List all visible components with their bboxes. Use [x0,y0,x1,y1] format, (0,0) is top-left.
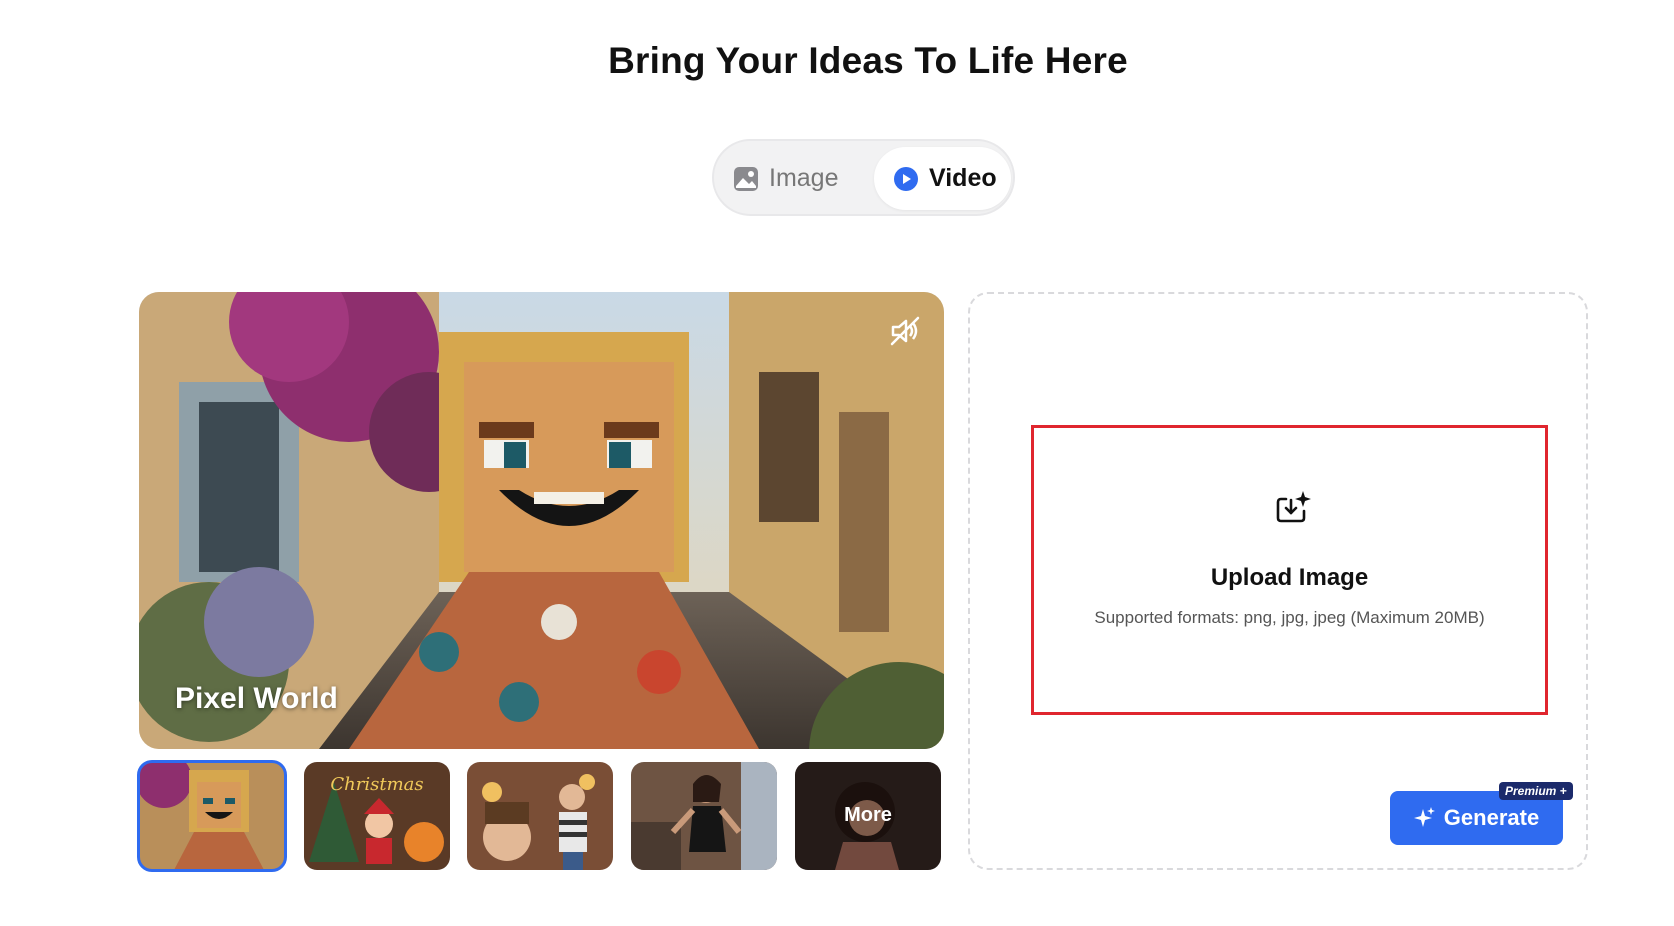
mute-icon[interactable] [888,314,922,348]
tab-video[interactable]: Video [874,147,1011,210]
thumbnail-pixel-world[interactable] [137,760,287,872]
mode-toggle: Image Video [712,139,1015,216]
thumbnail-dance[interactable] [631,762,777,870]
upload-icon [1274,488,1312,526]
preview-caption: Pixel World [175,682,338,715]
upload-formats-text: Supported formats: png, jpg, jpeg (Maxim… [1094,608,1485,627]
thumbnail-image [139,762,285,870]
thumbnail-more[interactable]: More [795,762,941,870]
video-preview[interactable]: Pixel World [139,292,944,749]
image-icon [732,165,760,193]
thumbnail-image [631,762,777,870]
tab-image-label: Image [769,164,839,192]
premium-badge: Premium + [1499,782,1573,800]
more-label: More [844,804,892,826]
tab-image[interactable]: Image [732,147,892,210]
thumbnail-image [467,762,613,870]
play-icon [892,165,920,193]
thumbnail-christmas[interactable]: Christmas [304,762,450,870]
tab-video-label: Video [929,164,997,192]
upload-title: Upload Image [1210,564,1369,591]
preview-image [139,292,944,749]
upload-dropzone[interactable]: Upload Image Supported formats: png, jpg… [1031,425,1548,715]
generate-label: Generate [1443,805,1540,830]
thumbnail-image: Christmas [304,762,450,870]
page-title: Bring Your Ideas To Life Here [608,40,1128,81]
thumbnail-party[interactable] [467,762,613,870]
sparkle-icon [1413,807,1436,829]
svg-text:Christmas: Christmas [330,774,423,795]
